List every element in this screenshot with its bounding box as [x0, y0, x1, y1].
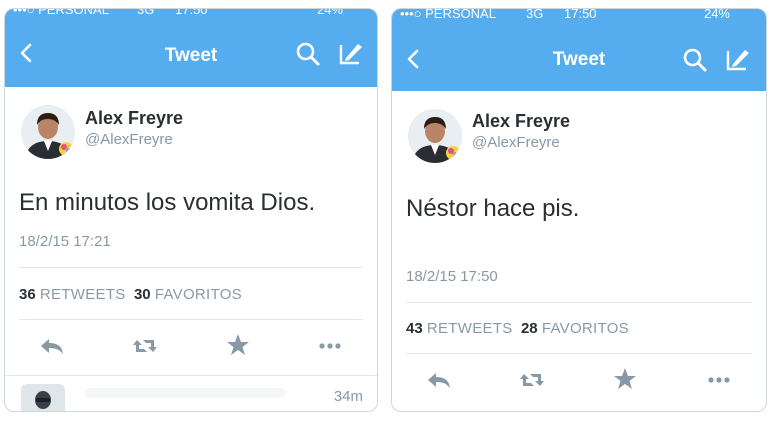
- network-label: 3G: [137, 8, 155, 17]
- reply-icon[interactable]: [424, 365, 454, 395]
- profile-photo: [21, 105, 75, 159]
- favorites-number: 30: [133, 286, 151, 303]
- retweets-label: RETWEETS: [426, 320, 513, 337]
- retweets-count[interactable]: 43 RETWEETS: [406, 320, 513, 337]
- avatar: [21, 384, 65, 411]
- divider: [406, 353, 752, 354]
- retweet-icon[interactable]: [130, 331, 160, 361]
- next-timeline-item[interactable]: 34m: [5, 375, 377, 411]
- profile-photo: [21, 384, 65, 411]
- compose-icon[interactable]: [337, 39, 365, 67]
- status-bar: •••○ PERSONAL 3G 17:50 24%: [392, 8, 766, 27]
- author-handle[interactable]: @AlexFreyre: [85, 131, 173, 148]
- retweets-count[interactable]: 36 RETWEETS: [19, 286, 126, 303]
- favorites-count[interactable]: 30 FAVORITOS: [134, 286, 242, 303]
- nav-bar: Tweet: [392, 27, 766, 91]
- tweet-stats: 36 RETWEETS 30 FAVORITOS: [19, 286, 242, 303]
- battery-label: 24%: [703, 8, 730, 21]
- status-time: 17:50: [564, 8, 597, 21]
- next-item-time: 34m: [333, 388, 363, 405]
- avatar[interactable]: [21, 105, 75, 159]
- tweet-text: En minutos los vomita Dios.: [19, 189, 316, 216]
- tweet-stats: 43 RETWEETS 28 FAVORITOS: [406, 320, 629, 337]
- reply-icon[interactable]: [37, 331, 67, 361]
- carrier-label: •••○ PERSONAL: [13, 8, 109, 17]
- divider: [406, 302, 752, 303]
- tweet-screen-left: •••○ PERSONAL 3G 17:50 24% Tweet Alex Fr…: [4, 8, 378, 412]
- status-bar: •••○ PERSONAL 3G 17:50 24%: [5, 8, 377, 23]
- favorites-count[interactable]: 28 FAVORITOS: [521, 320, 629, 337]
- nav-bar: Tweet: [5, 23, 377, 87]
- favorite-star-icon[interactable]: [610, 364, 640, 394]
- author-name[interactable]: Alex Freyre: [85, 108, 183, 129]
- retweets-number: 36: [19, 286, 36, 303]
- search-icon[interactable]: [682, 47, 708, 73]
- tweet-timestamp: 18/2/15 17:21: [19, 233, 111, 250]
- retweets-number: 43: [406, 320, 423, 337]
- network-label: 3G: [526, 8, 544, 21]
- compose-icon[interactable]: [724, 45, 752, 73]
- tweet-screen-right: •••○ PERSONAL 3G 17:50 24% Tweet Alex Fr…: [391, 8, 767, 412]
- battery-label: 24%: [316, 8, 343, 17]
- page-title: Tweet: [552, 49, 606, 70]
- favorites-label: FAVORITOS: [154, 286, 242, 303]
- page-title: Tweet: [164, 45, 218, 66]
- tweet-text: Néstor hace pis.: [406, 195, 580, 222]
- retweets-label: RETWEETS: [39, 286, 126, 303]
- more-icon[interactable]: [315, 331, 345, 361]
- favorites-number: 28: [520, 320, 538, 337]
- favorites-label: FAVORITOS: [541, 320, 629, 337]
- profile-photo: [408, 109, 462, 163]
- tweet-timestamp: 18/2/15 17:50: [406, 268, 498, 285]
- more-icon[interactable]: [704, 365, 734, 395]
- retweet-icon[interactable]: [517, 365, 547, 395]
- divider: [19, 319, 363, 320]
- carrier-label: •••○ PERSONAL: [400, 8, 496, 21]
- avatar[interactable]: [408, 109, 462, 163]
- next-item-text: [85, 388, 285, 398]
- status-time: 17:50: [175, 8, 208, 17]
- divider: [19, 267, 363, 268]
- author-handle[interactable]: @AlexFreyre: [472, 134, 560, 151]
- author-name[interactable]: Alex Freyre: [472, 111, 570, 132]
- favorite-star-icon[interactable]: [223, 330, 253, 360]
- search-icon[interactable]: [295, 41, 321, 67]
